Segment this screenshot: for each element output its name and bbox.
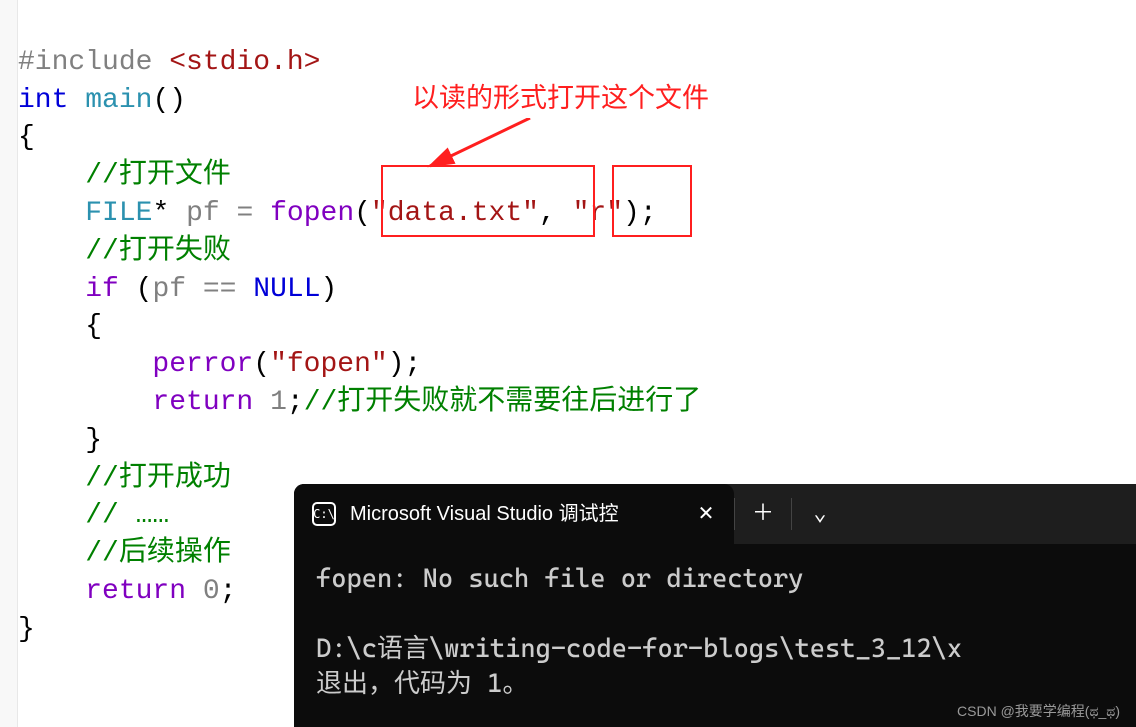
rparen: ) bbox=[388, 349, 405, 380]
var: pf bbox=[152, 274, 186, 305]
eqeq: == bbox=[203, 274, 237, 305]
comment: //打开失败 bbox=[85, 236, 231, 267]
editor-gutter bbox=[0, 0, 18, 727]
semi: ; bbox=[405, 349, 422, 380]
console-tabbar: C:\ Microsoft Visual Studio 调试控 ✕ ＋ ⌄ bbox=[294, 484, 1136, 544]
comment: //打开文件 bbox=[85, 160, 231, 191]
brace: } bbox=[18, 425, 102, 456]
star: * bbox=[152, 198, 169, 229]
parens: () bbox=[152, 85, 186, 116]
code-line: if (pf == NULL) bbox=[18, 274, 337, 305]
semi: ; bbox=[287, 387, 304, 418]
tab-close-button[interactable]: ✕ bbox=[692, 500, 720, 528]
comment: //后续操作 bbox=[85, 538, 231, 569]
code-line: //打开失败 bbox=[18, 236, 231, 267]
code-line: //打开成功 bbox=[18, 463, 231, 494]
debug-console: C:\ Microsoft Visual Studio 调试控 ✕ ＋ ⌄ fo… bbox=[294, 484, 1136, 727]
keyword-return: return bbox=[85, 576, 186, 607]
arg: "fopen" bbox=[270, 349, 388, 380]
code-line: perror("fopen"); bbox=[18, 349, 421, 380]
highlight-box-arg2 bbox=[612, 165, 692, 237]
keyword-int: int bbox=[18, 85, 68, 116]
comment: //打开失败就不需要往后进行了 bbox=[304, 387, 702, 418]
lparen: ( bbox=[136, 274, 153, 305]
code-line: #include <stdio.h> bbox=[18, 47, 320, 78]
preproc: #include bbox=[18, 47, 152, 78]
keyword-if: if bbox=[85, 274, 119, 305]
new-tab-button[interactable]: ＋ bbox=[735, 484, 791, 544]
code-line: //打开文件 bbox=[18, 160, 231, 191]
output-line: 退出，代码为 1。 bbox=[316, 669, 528, 699]
val: 1 bbox=[270, 387, 287, 418]
console-output[interactable]: fopen: No such file or directory D:\c语言\… bbox=[294, 544, 1136, 720]
comment: // …… bbox=[85, 500, 169, 531]
fn-fopen: fopen bbox=[270, 198, 354, 229]
watermark: CSDN @我要学编程(ಥ_ಥ) bbox=[957, 702, 1120, 721]
highlight-box-arg1 bbox=[381, 165, 595, 237]
header: <stdio.h> bbox=[169, 47, 320, 78]
output-line: D:\c语言\writing-code-for-blogs\test_3_12\… bbox=[316, 634, 962, 664]
brace: { bbox=[18, 311, 102, 342]
val: 0 bbox=[203, 576, 220, 607]
var: pf bbox=[186, 198, 220, 229]
console-tab[interactable]: C:\ Microsoft Visual Studio 调试控 ✕ bbox=[294, 484, 734, 544]
code-line: // …… bbox=[18, 500, 169, 531]
rparen: ) bbox=[321, 274, 338, 305]
terminal-icon: C:\ bbox=[312, 502, 336, 526]
comment: //打开成功 bbox=[85, 463, 231, 494]
tab-title: Microsoft Visual Studio 调试控 bbox=[350, 501, 678, 528]
type-file: FILE bbox=[85, 198, 152, 229]
null: NULL bbox=[253, 274, 320, 305]
keyword-return: return bbox=[152, 387, 253, 418]
eq: = bbox=[236, 198, 253, 229]
output-line: fopen: No such file or directory bbox=[316, 564, 804, 594]
code-line: return 1;//打开失败就不需要往后进行了 bbox=[18, 387, 701, 418]
fn-perror: perror bbox=[152, 349, 253, 380]
lparen: ( bbox=[253, 349, 270, 380]
semi: ; bbox=[220, 576, 237, 607]
code-line: int main() bbox=[18, 85, 186, 116]
code-line: return 0; bbox=[18, 576, 236, 607]
brace: } bbox=[18, 614, 35, 645]
brace: { bbox=[18, 122, 35, 153]
code-line: //后续操作 bbox=[18, 538, 231, 569]
fn-main: main bbox=[85, 85, 152, 116]
annotation-text: 以读的形式打开这个文件 bbox=[412, 80, 709, 116]
tab-dropdown-button[interactable]: ⌄ bbox=[792, 484, 848, 544]
lparen: ( bbox=[354, 198, 371, 229]
